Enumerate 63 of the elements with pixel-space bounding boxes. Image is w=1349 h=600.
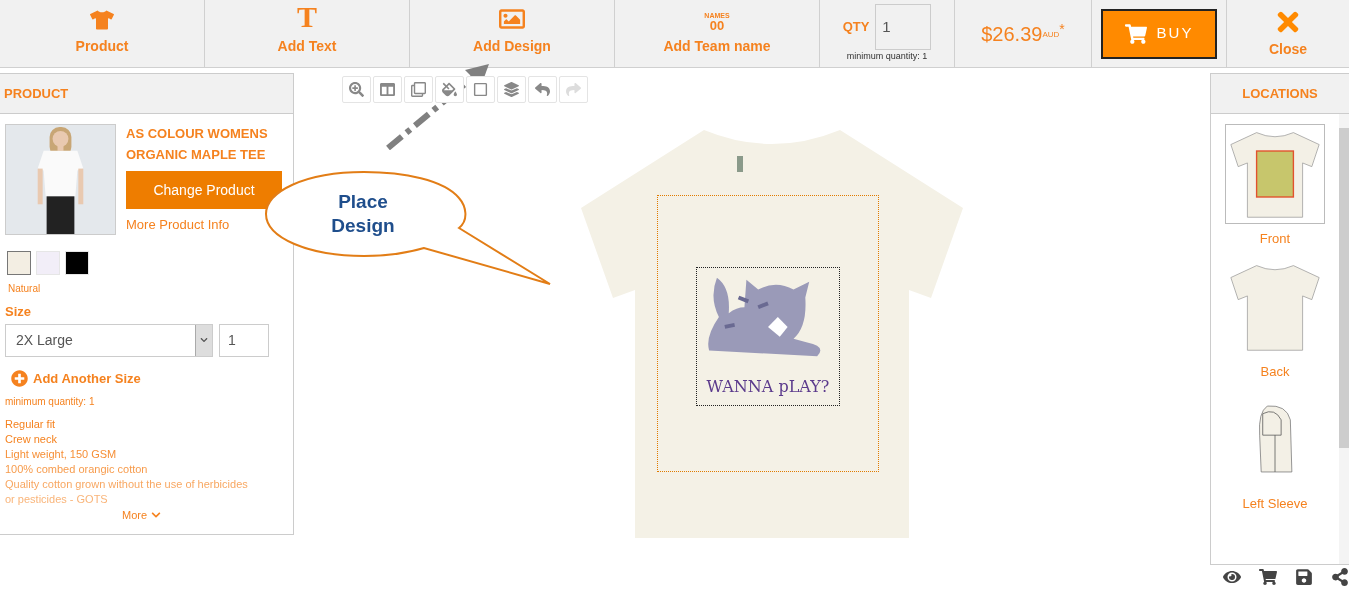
redo-icon	[566, 82, 581, 97]
panel-title: LOCATIONS	[1242, 84, 1318, 103]
align-center-icon	[380, 82, 395, 97]
layers-icon	[504, 82, 519, 97]
tool-button[interactable]	[466, 76, 495, 103]
action-button[interactable]	[1259, 568, 1277, 586]
location-item[interactable]: Left Sleeve	[1225, 389, 1325, 514]
close-button[interactable]: Close	[1227, 0, 1349, 67]
tool-button[interactable]	[373, 76, 402, 103]
tool-button[interactable]	[528, 76, 557, 103]
toolbar-tab[interactable]: T Add Text	[205, 0, 410, 67]
copy-icon	[411, 82, 426, 97]
action-button[interactable]	[1223, 568, 1241, 586]
price: $26.39$^{AUD}$*	[981, 19, 1065, 47]
feature-text: 100% combed orangic cotton	[5, 462, 149, 477]
callout-text: Place Design	[330, 190, 396, 238]
more-info-link[interactable]: More Product Info	[126, 215, 230, 235]
feature-text: Light weight, 150 GSM	[5, 447, 118, 462]
eye-icon	[1223, 568, 1241, 586]
quantity-field[interactable]: 1	[875, 3, 932, 50]
cart-icon	[1259, 568, 1277, 586]
minimum-quantity-note: minimum quantity: 1	[846, 49, 928, 63]
t-shirt-icon	[90, 8, 114, 32]
color-name: Natural	[7, 282, 42, 296]
size-dropdown[interactable]: 2X Large	[5, 323, 213, 357]
action-button[interactable]	[1331, 568, 1349, 586]
share-icon	[1331, 568, 1349, 586]
change-product-button[interactable]: Change Product	[126, 171, 282, 209]
color-swatch[interactable]	[7, 251, 31, 275]
qty-label: QTY	[842, 18, 870, 36]
size-label: Size	[4, 303, 32, 321]
tool-button[interactable]	[435, 76, 464, 103]
chevron-down-icon	[200, 336, 208, 344]
minimum-quantity-note: minimum quantity: 1	[4, 395, 96, 409]
plus-icon	[11, 369, 28, 387]
feature-text: Crew neck	[5, 432, 58, 447]
save-icon	[1295, 568, 1313, 586]
text-icon: T	[297, 2, 317, 32]
toolbar-tab[interactable]: Add Design	[410, 0, 615, 67]
size-quantity-field[interactable]: 1	[219, 323, 269, 357]
cart-icon	[1124, 23, 1147, 44]
design-caption: WANNA pLAY?	[706, 376, 830, 398]
feature-text: or pesticides - GOTS	[5, 492, 109, 507]
feature-text: Quality cotton grown without the use of herbicides	[5, 477, 249, 492]
panel-title: PRODUCT	[4, 84, 69, 103]
scrollbar[interactable]	[1339, 114, 1349, 564]
selection-icon	[473, 82, 488, 97]
product-name: AS COLOUR WOMENS ORGANIC MAPLE TEE	[126, 125, 269, 164]
tool-button[interactable]	[497, 76, 526, 103]
action-button[interactable]	[1295, 568, 1313, 586]
toolbar-tab[interactable]: Product	[0, 0, 205, 67]
location-item[interactable]: Back	[1225, 256, 1325, 381]
tool-button[interactable]	[342, 76, 371, 103]
add-size-button[interactable]: Add Another Size	[11, 368, 141, 388]
image-icon	[497, 6, 527, 32]
undo-icon	[535, 82, 550, 97]
tool-button[interactable]	[404, 76, 433, 103]
feature-text: Regular fit	[5, 417, 57, 432]
design-image[interactable]: WANNA pLAY?	[696, 267, 840, 406]
more-button[interactable]: More	[122, 507, 162, 524]
buy-button[interactable]: BUY	[1101, 8, 1217, 59]
fill-icon	[442, 82, 457, 97]
zoom-in-icon	[349, 82, 364, 97]
